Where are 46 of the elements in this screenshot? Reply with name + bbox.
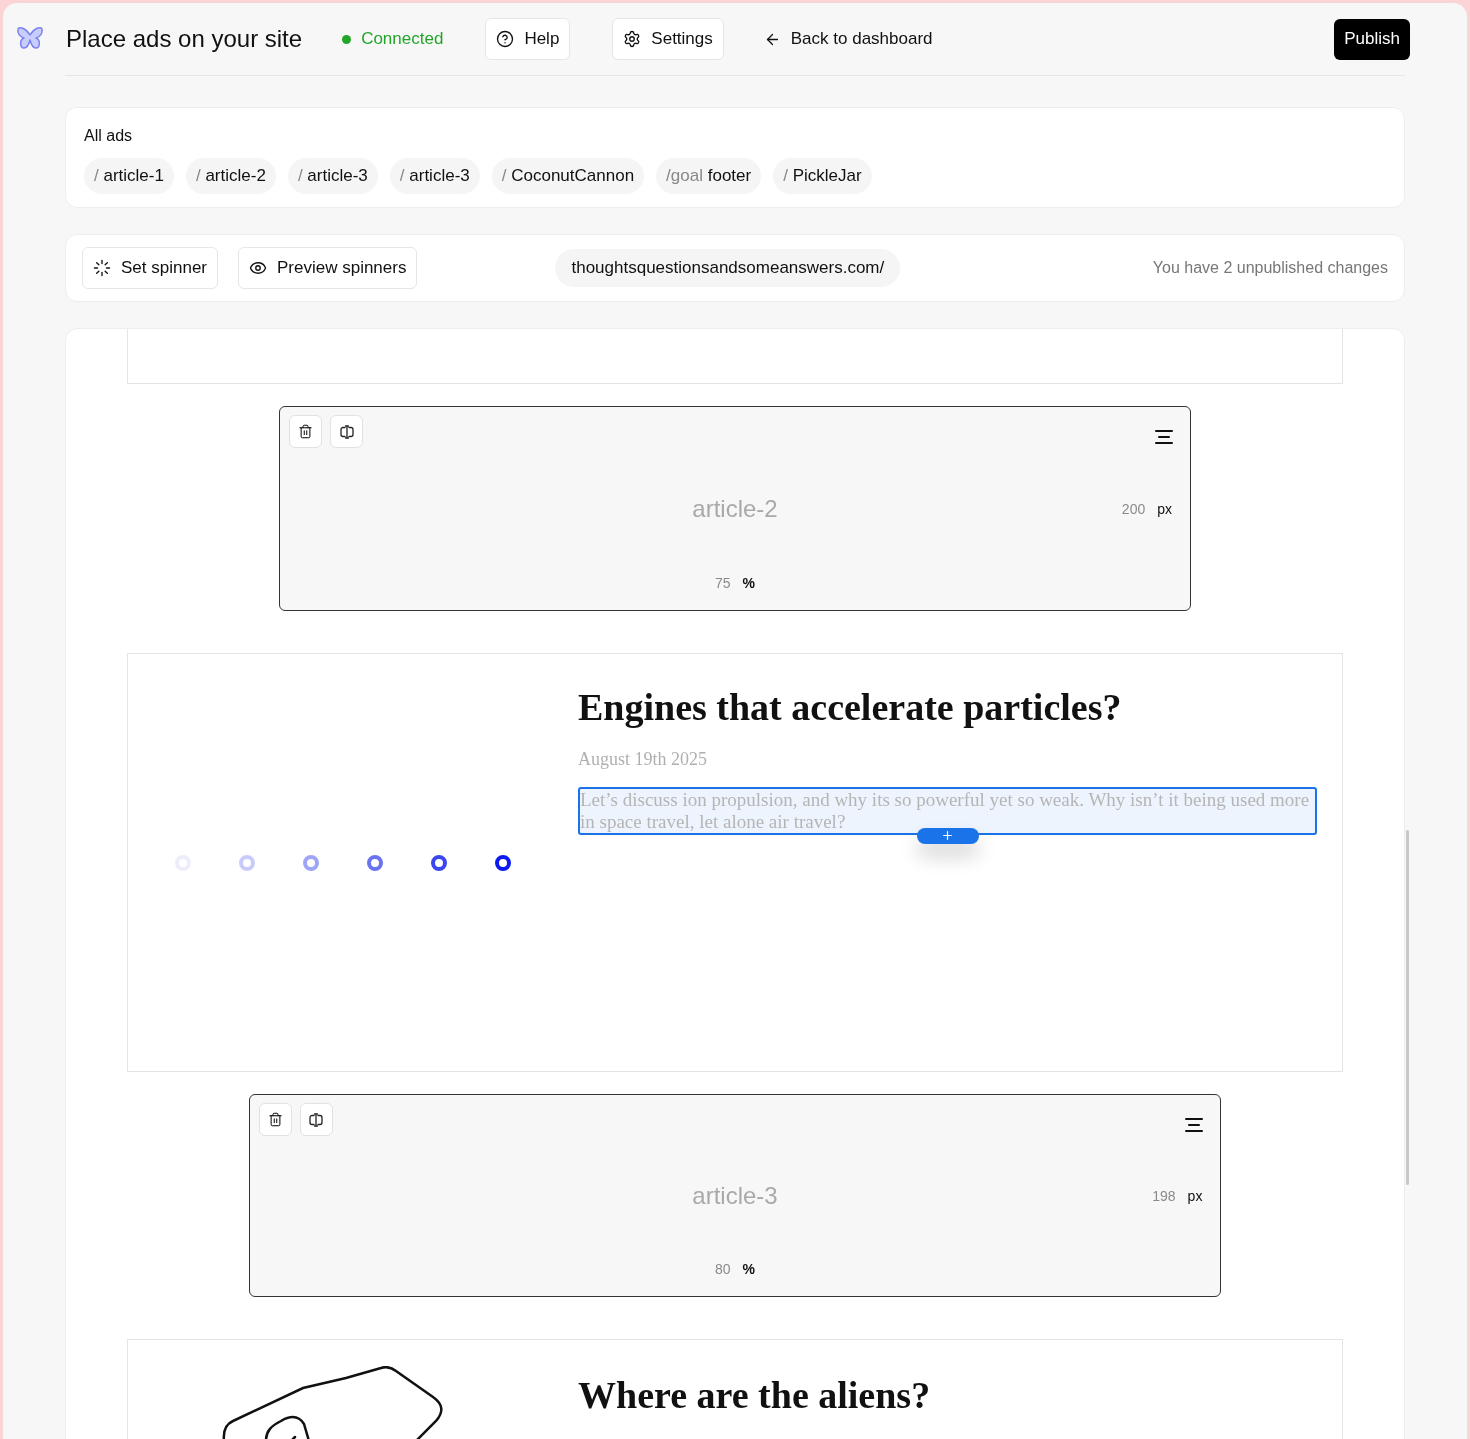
settings-icon	[623, 30, 642, 48]
ad-slot-name: article-3	[692, 1180, 778, 1211]
split-icon	[338, 423, 355, 440]
plus-icon	[941, 829, 954, 842]
ad-slot[interactable]: article-3 198 px 80 %	[248, 1094, 1222, 1297]
help-icon	[496, 30, 515, 48]
height-unit: px	[1187, 1186, 1203, 1206]
ad-slot[interactable]: article-2 200 px 75 %	[279, 406, 1191, 611]
help-button[interactable]: Help	[485, 18, 571, 60]
width-unit: %	[742, 574, 755, 593]
split-button[interactable]	[299, 1103, 333, 1136]
ad-chip[interactable]: / article-2	[185, 158, 276, 194]
split-button[interactable]	[330, 415, 363, 448]
trash-icon	[298, 424, 313, 439]
article-date: August 19th 2025	[578, 747, 708, 771]
back-link[interactable]: Back to dashboard	[763, 26, 933, 52]
butterfly-logo-icon	[16, 26, 44, 52]
trash-icon	[267, 1112, 283, 1127]
ad-chip[interactable]: / PickleJar	[773, 158, 872, 194]
ad-chip[interactable]: / article-3	[389, 158, 480, 194]
article-title: Where are the aliens?	[578, 1373, 931, 1418]
set-spinner-button[interactable]: Set spinner	[82, 247, 218, 289]
ads-heading: All ads	[84, 126, 134, 146]
delete-button[interactable]	[258, 1103, 292, 1136]
delete-button[interactable]	[289, 415, 322, 448]
url-pill: thoughtsquestionsandsomeanswers.com/	[555, 249, 901, 287]
ad-chip[interactable]: / article-3	[287, 158, 378, 194]
menu-icon[interactable]	[1154, 429, 1174, 445]
ad-chip[interactable]: / article-1	[84, 158, 174, 194]
settings-button[interactable]: Settings	[612, 18, 724, 60]
article-title: Engines that accelerate particles?	[578, 685, 1123, 730]
eye-icon	[249, 259, 267, 277]
preview-button[interactable]: Preview spinners	[238, 247, 418, 289]
menu-icon[interactable]	[1184, 1117, 1205, 1133]
ad-slot-name: article-2	[692, 493, 778, 524]
width-unit: %	[742, 1260, 755, 1279]
status-label: Connected	[361, 28, 444, 51]
ad-chip[interactable]: / CoconutCannon	[491, 158, 645, 194]
unpublished-changes: You have 2 unpublished changes	[1152, 258, 1388, 278]
publish-button[interactable]: Publish	[1334, 18, 1410, 60]
height-unit: px	[1157, 499, 1172, 519]
ad-chip[interactable]: /goal footer	[656, 158, 762, 194]
spinner-icon	[93, 259, 111, 277]
page-title: Place ads on your site	[66, 24, 303, 54]
split-icon	[308, 1111, 325, 1128]
scrollbar[interactable]	[1406, 830, 1409, 1185]
